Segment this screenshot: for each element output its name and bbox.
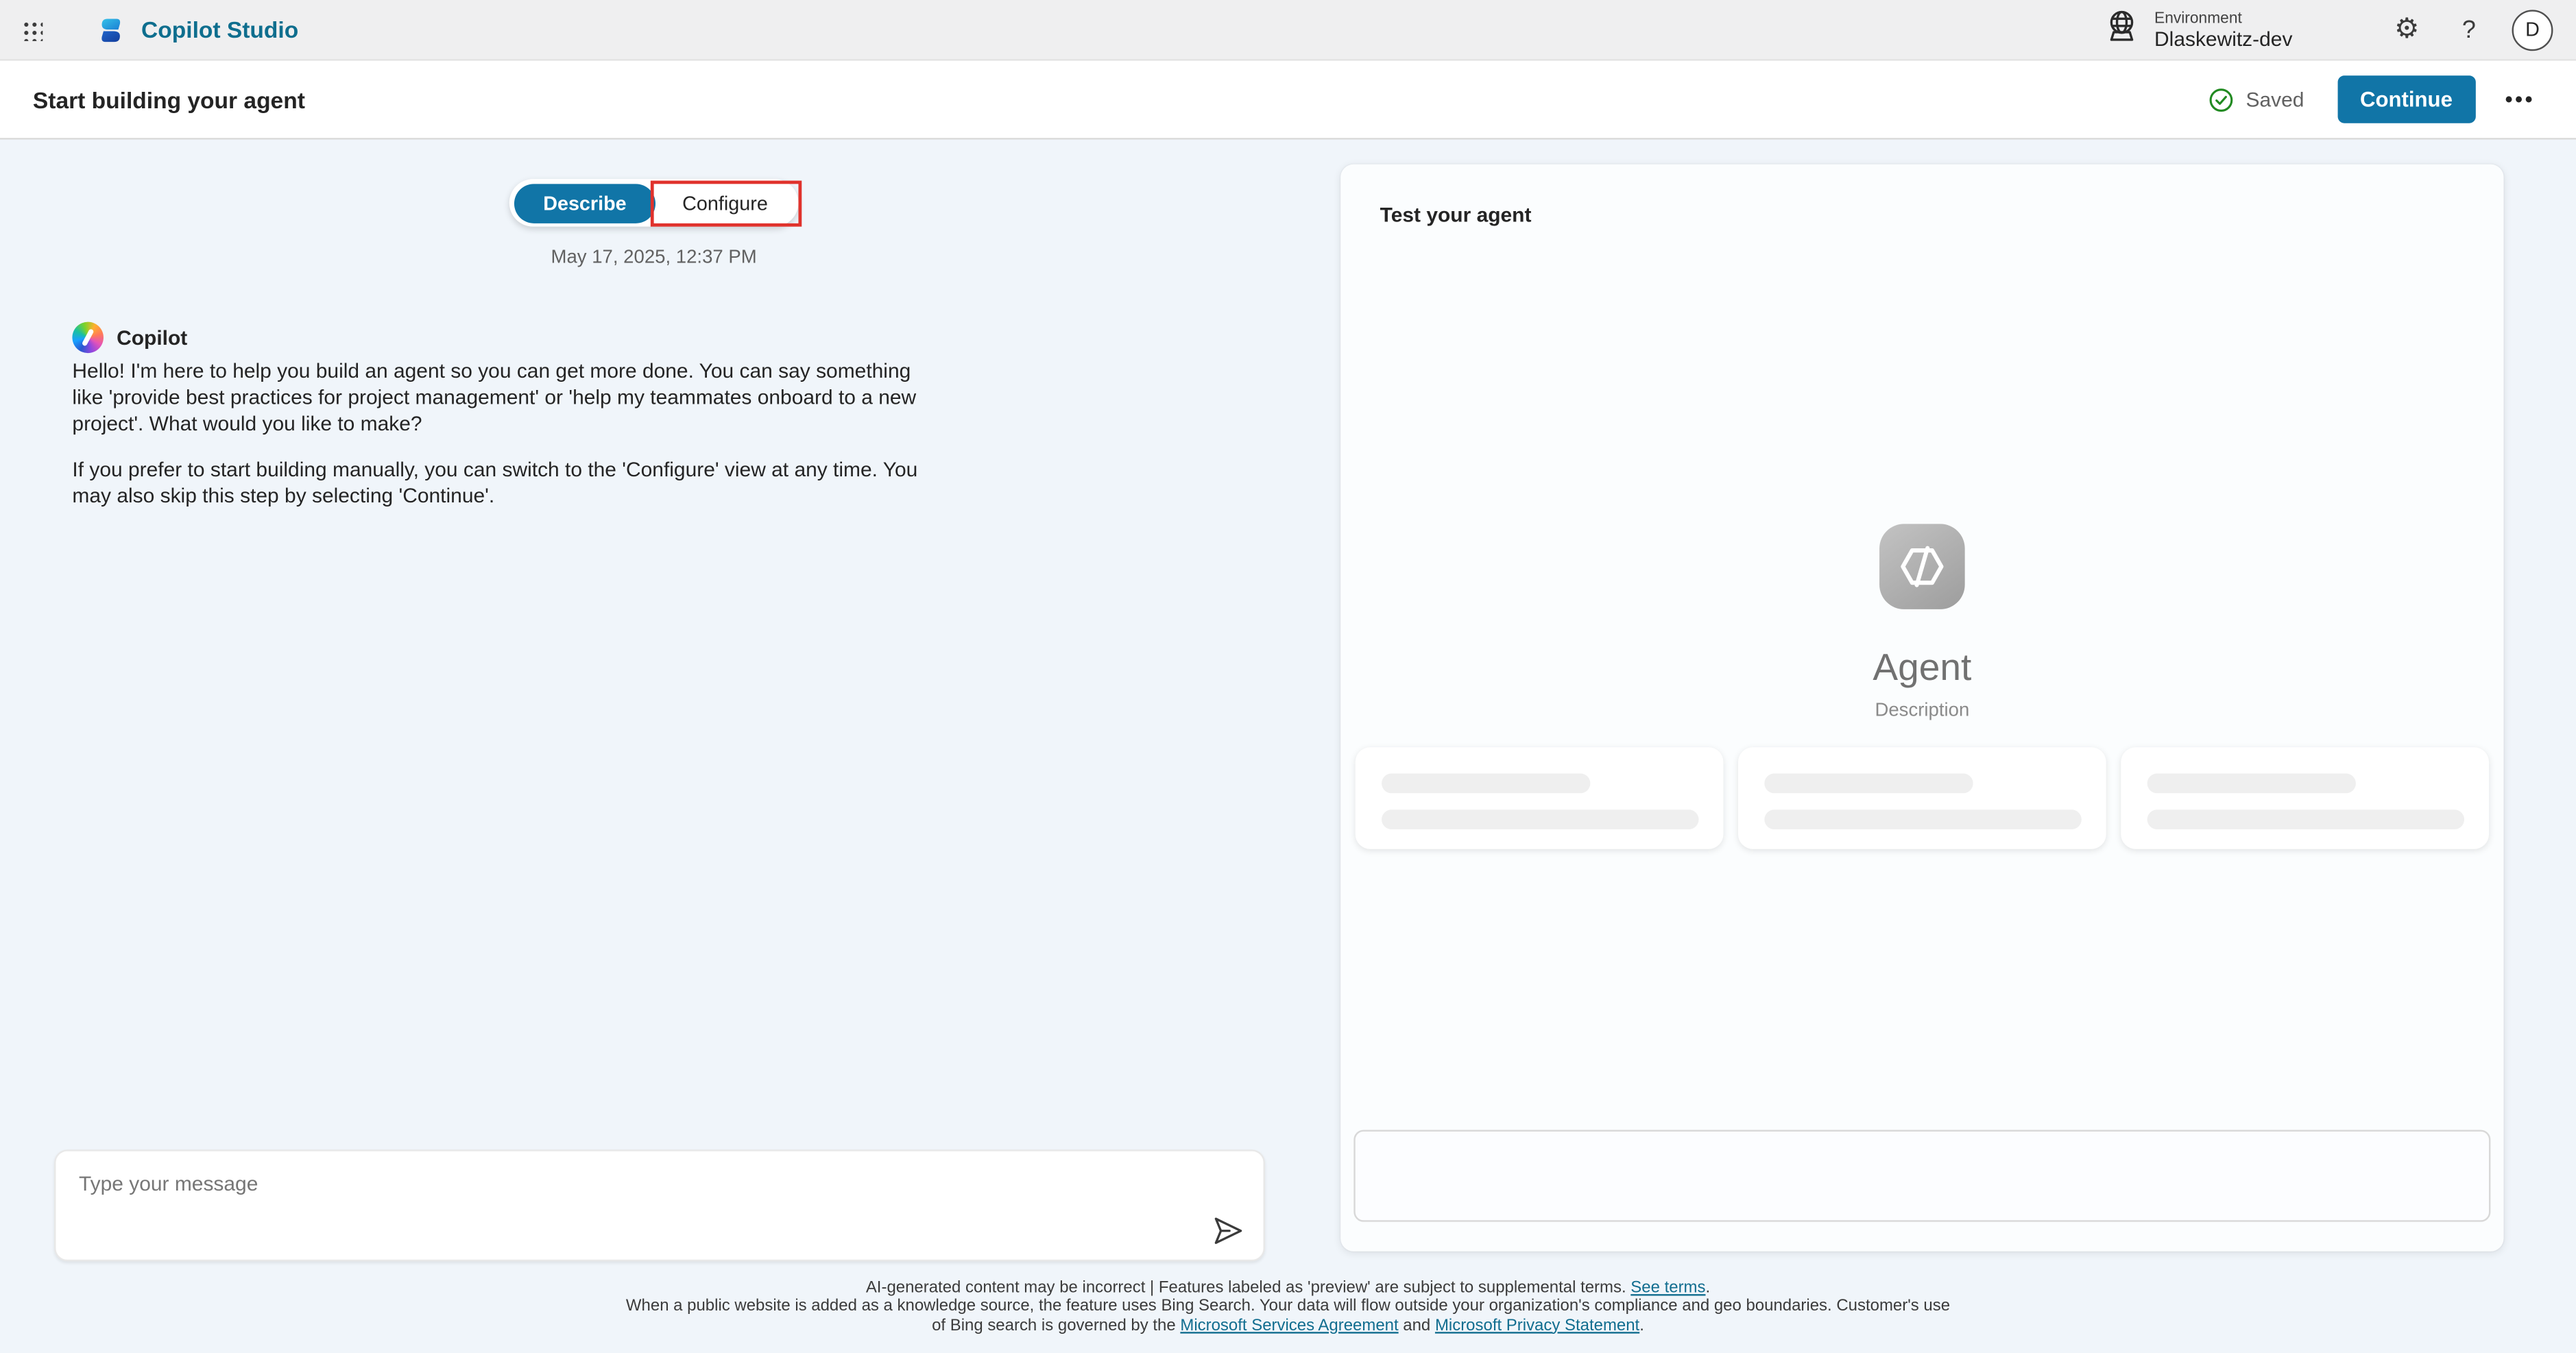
environment-label: Environment	[2154, 9, 2292, 27]
footer-disclaimer: AI-generated content may be incorrect | …	[0, 1279, 2576, 1335]
saved-label: Saved	[2246, 88, 2304, 111]
waffle-icon	[21, 19, 42, 40]
see-terms-link[interactable]: See terms	[1630, 1279, 1705, 1297]
test-panel-title: Test your agent	[1380, 204, 1532, 227]
copilot-studio-app: Copilot Studio Environment Dlaskewitz-de…	[0, 0, 2576, 1353]
message-paragraph: Hello! I'm here to help you build an age…	[72, 358, 935, 437]
globe-environment-icon	[2105, 8, 2139, 52]
settings-button[interactable]: ⚙	[2394, 16, 2420, 44]
skeleton-card	[1738, 747, 2106, 849]
saved-status: Saved	[2208, 86, 2304, 112]
message-sender-row: Copilot	[72, 322, 187, 354]
sender-name: Copilot	[117, 326, 187, 350]
send-button[interactable]	[1206, 1208, 1249, 1251]
question-mark-icon: ?	[2462, 16, 2476, 44]
skeleton-bar	[2147, 774, 2356, 794]
skeleton-bar	[1382, 809, 1698, 829]
continue-button[interactable]: Continue	[2337, 75, 2475, 123]
gear-icon: ⚙	[2394, 16, 2420, 44]
test-chat-input[interactable]	[1353, 1130, 2490, 1221]
chat-input	[54, 1149, 1265, 1261]
copilot-logo-icon	[72, 322, 104, 354]
send-icon	[1209, 1212, 1245, 1248]
ellipsis-icon: •••	[2505, 87, 2536, 112]
test-agent-panel: Test your agent Agent Description	[1340, 164, 2503, 1252]
saved-checkmark-icon	[2208, 86, 2234, 112]
user-avatar: D	[2512, 9, 2553, 50]
page-header: Start building your agent Saved Continue…	[0, 61, 2576, 140]
skeleton-bar	[1382, 774, 1590, 794]
message-paragraph: If you prefer to start building manually…	[72, 456, 935, 509]
chat-column: Describe Configure May 17, 2025, 12:37 P…	[0, 140, 1308, 1353]
environment-name: Dlaskewitz-dev	[2154, 27, 2292, 51]
copilot-message: Hello! I'm here to help you build an age…	[72, 358, 935, 509]
skeleton-card	[1356, 747, 1724, 849]
message-textarea[interactable]	[56, 1151, 1181, 1260]
copilot-studio-logo-icon	[95, 14, 127, 45]
skeleton-bar	[1764, 774, 1973, 794]
app-launcher-button[interactable]	[0, 0, 62, 60]
agent-avatar-icon	[1879, 524, 1965, 609]
services-agreement-link[interactable]: Microsoft Services Agreement	[1180, 1317, 1398, 1334]
more-options-button[interactable]: •••	[2497, 80, 2543, 118]
suggestion-skeletons	[1356, 747, 2489, 849]
agent-placeholder: Agent Description	[1340, 524, 2503, 720]
skeleton-bar	[2147, 809, 2464, 829]
app-title: Copilot Studio	[141, 16, 298, 42]
chat-timestamp: May 17, 2025, 12:37 PM	[0, 248, 1308, 268]
skeleton-bar	[1764, 809, 2081, 829]
tab-describe[interactable]: Describe	[514, 183, 656, 223]
main-content: Describe Configure May 17, 2025, 12:37 P…	[0, 140, 2576, 1353]
account-button[interactable]: D	[2512, 9, 2553, 50]
mode-toggle: Describe Configure	[0, 179, 1308, 226]
agent-description: Description	[1875, 700, 1969, 720]
page-title: Start building your agent	[33, 86, 305, 112]
tab-configure[interactable]: Configure	[656, 183, 794, 223]
privacy-statement-link[interactable]: Microsoft Privacy Statement	[1435, 1317, 1639, 1334]
agent-name: Agent	[1873, 646, 1971, 691]
skeleton-card	[2121, 747, 2489, 849]
help-button[interactable]: ?	[2462, 16, 2476, 44]
environment-switcher[interactable]: Environment Dlaskewitz-dev	[2105, 8, 2292, 52]
top-app-bar: Copilot Studio Environment Dlaskewitz-de…	[0, 0, 2576, 61]
